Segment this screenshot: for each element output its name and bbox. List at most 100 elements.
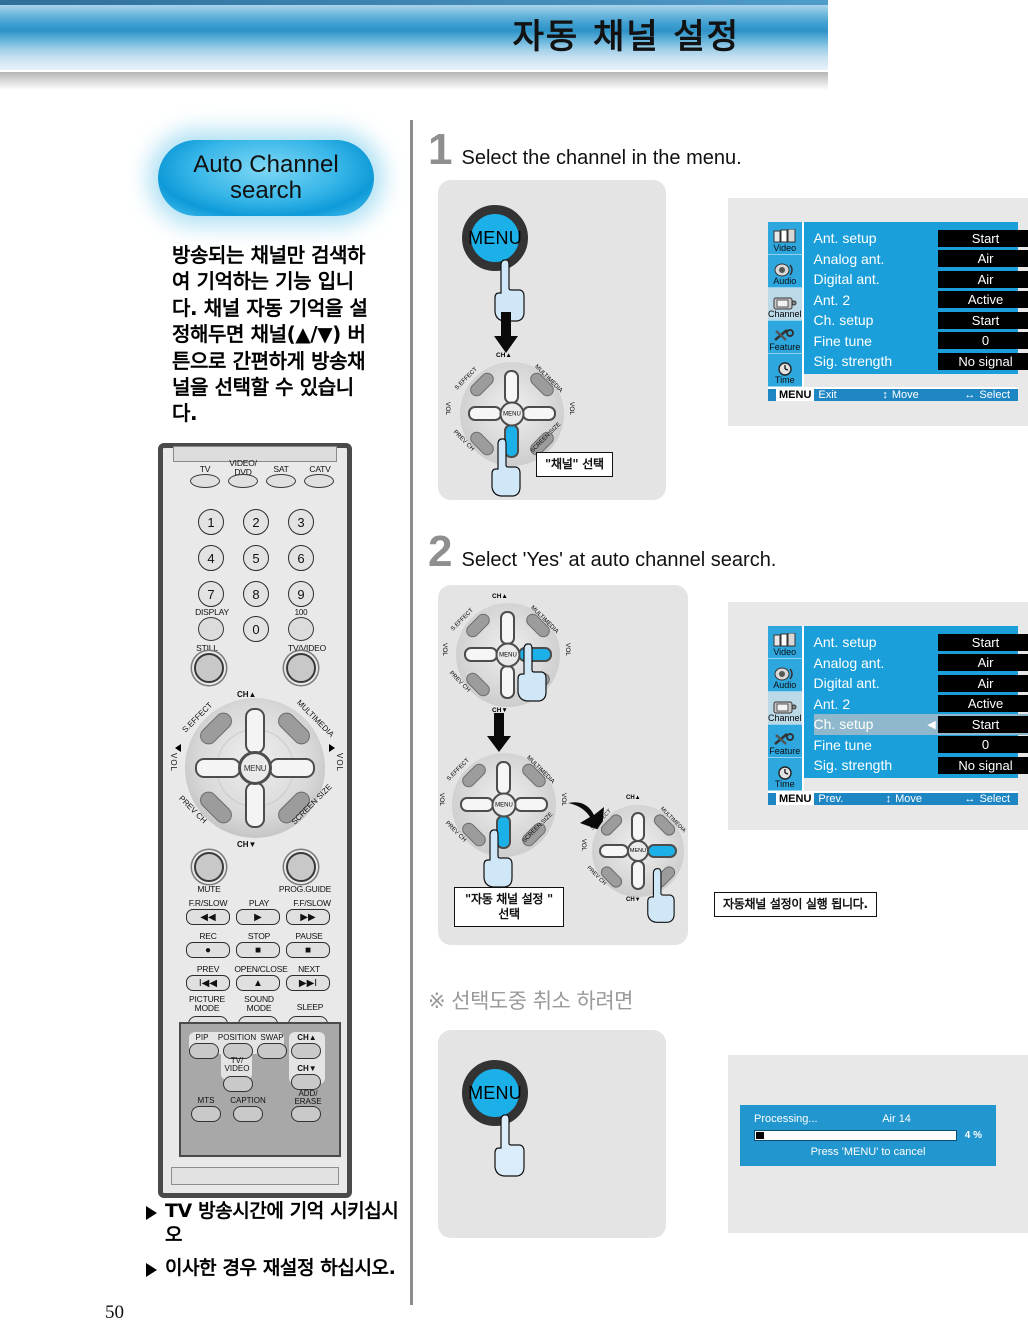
osd-row-ch-setup[interactable]: Ch. setup Start	[814, 310, 1028, 331]
remote-pip-label-position: POSITION	[217, 1033, 257, 1042]
osd-row-label: Analog ant.	[813, 654, 885, 671]
remote-pip-button-caption[interactable]	[233, 1106, 263, 1122]
osd-row-digital-ant[interactable]: Digital ant. Air	[814, 269, 1028, 290]
remote-button-5[interactable]: 5	[243, 545, 269, 571]
osd-left-arrow-icon[interactable]: ◀	[926, 718, 938, 731]
osd-tab-channel[interactable]: Channel	[768, 288, 802, 321]
osd-tab-video[interactable]: Video	[768, 626, 802, 659]
remote-pip-button-ch-up[interactable]	[291, 1043, 321, 1059]
remote-button-tv[interactable]	[190, 474, 220, 488]
illustration-nav-left[interactable]	[464, 647, 498, 662]
osd-row-ant-2[interactable]: Ant. 2 Active	[814, 694, 1028, 715]
remote-nav-up[interactable]	[245, 708, 265, 754]
illustration-nav-label-up: CH▲	[496, 352, 512, 359]
remote-label-tv: TV	[199, 464, 211, 474]
illustration-nav-center-menu[interactable]: MENU	[491, 792, 517, 818]
osd-tab-feature[interactable]: Feature	[768, 321, 802, 354]
osd-tab-video[interactable]: Video	[768, 222, 802, 255]
osd-row-ant-setup[interactable]: Ant. setup Start	[814, 632, 1028, 653]
select-arrows-icon: ↔	[964, 389, 976, 401]
remote-nav-menu[interactable]: MENU	[238, 751, 272, 785]
osd-row-label: Ch. setup	[813, 716, 874, 733]
remote-button-next[interactable]: ▶▶I	[286, 975, 330, 991]
osd-tab-audio[interactable]: Audio	[768, 659, 802, 692]
remote-button-play[interactable]: ▶	[236, 909, 280, 925]
illustration-nav-down[interactable]	[500, 665, 515, 699]
remote-pip-button-tv-video[interactable]	[223, 1076, 253, 1092]
remote-button-3[interactable]: 3	[288, 509, 314, 535]
remote-button-video-dvd[interactable]	[228, 474, 258, 488]
remote-nav-right[interactable]	[269, 758, 315, 778]
remote-pip-button-ch-down[interactable]	[291, 1074, 321, 1090]
illustration-nav-up[interactable]	[631, 812, 645, 842]
remote-button-display[interactable]	[198, 617, 224, 641]
remote-button-rec[interactable]: ●	[186, 942, 230, 958]
osd-tab-feature[interactable]: Feature	[768, 725, 802, 758]
illustration-nav-right[interactable]	[522, 406, 556, 421]
remote-pip-button-mts[interactable]	[191, 1106, 221, 1122]
remote-button-100[interactable]	[288, 617, 314, 641]
header-shadow	[0, 72, 828, 90]
remote-button-mute[interactable]	[194, 852, 224, 882]
remote-button-7[interactable]: 7	[198, 581, 224, 607]
remote-button-2[interactable]: 2	[243, 509, 269, 535]
osd-row-label: Ant. setup	[813, 634, 877, 651]
illustration-nav-right[interactable]	[514, 797, 548, 812]
illustration-nav-left[interactable]	[599, 844, 629, 858]
remote-button-tv-video[interactable]	[286, 653, 316, 683]
note-item: TV 방송시간에 기억 시키십시오	[146, 1200, 406, 1248]
osd-tab-time[interactable]: Time	[768, 758, 802, 791]
illustration-nav-left[interactable]	[460, 797, 494, 812]
osd-row-sig-strength[interactable]: Sig. strength No signal	[814, 351, 1028, 372]
osd-row-ch-setup-selected[interactable]: Ch. setup ◀ Start ▶	[813, 714, 1028, 735]
remote-button-prog-guide[interactable]	[286, 852, 316, 882]
osd-row-ant-2[interactable]: Ant. 2 Active	[814, 290, 1028, 311]
remote-nav-left[interactable]	[195, 758, 241, 778]
illustration-nav-up[interactable]	[500, 611, 515, 645]
remote-button-open-close[interactable]: ▲	[236, 975, 280, 991]
osd-row-analog-ant[interactable]: Analog ant. Air	[814, 249, 1028, 270]
remote-button-6[interactable]: 6	[288, 545, 314, 571]
remote-button-catv[interactable]	[304, 474, 334, 488]
remote-pip-button-swap[interactable]	[257, 1043, 287, 1059]
remote-pip-label-mts: MTS	[197, 1096, 215, 1105]
osd-row-ant-setup[interactable]: Ant. setup Start	[814, 228, 1028, 249]
cancel-section-heading: ※ 선택도중 취소 하려면	[428, 989, 634, 1013]
remote-button-stop[interactable]: ■	[236, 942, 280, 958]
remote-button-still[interactable]	[194, 653, 224, 683]
illustration-nav-right-highlighted[interactable]	[647, 844, 677, 858]
osd-tab-audio[interactable]: Audio	[768, 255, 802, 288]
osd-row-fine-tune[interactable]: Fine tune 0	[814, 331, 1028, 352]
illustration-nav-down[interactable]	[631, 860, 645, 890]
illustration-nav-left[interactable]	[468, 406, 502, 421]
remote-button-4[interactable]: 4	[198, 545, 224, 571]
remote-button-0[interactable]: 0	[243, 616, 269, 642]
remote-pip-button-pip[interactable]	[189, 1043, 219, 1059]
remote-pip-button-add-erase[interactable]	[291, 1106, 321, 1122]
osd-row-digital-ant[interactable]: Digital ant. Air	[814, 673, 1028, 694]
remote-button-prev[interactable]: I◀◀	[186, 975, 230, 991]
remote-button-pause[interactable]: ■	[286, 942, 330, 958]
osd-tab-channel[interactable]: Channel	[768, 692, 802, 725]
remote-button-8[interactable]: 8	[243, 581, 269, 607]
remote-nav-down[interactable]	[245, 782, 265, 828]
osd-row-analog-ant[interactable]: Analog ant. Air	[814, 653, 1028, 674]
remote-button-fr-slow[interactable]: ◀◀	[186, 909, 230, 925]
step-1-text: Select the channel in the menu.	[461, 147, 742, 169]
illustration-nav-center-menu[interactable]: MENU	[499, 401, 525, 427]
osd-row-fine-tune[interactable]: Fine tune 0	[814, 735, 1028, 756]
remote-button-ff-slow[interactable]: ▶▶	[286, 909, 330, 925]
osd-row-value: Start	[937, 633, 1028, 651]
illustration-nav-up[interactable]	[504, 370, 519, 404]
illustration-nav-center-menu[interactable]: MENU	[627, 840, 649, 862]
remote-button-sat[interactable]	[266, 474, 296, 488]
remote-button-9[interactable]: 9	[288, 581, 314, 607]
illustration-nav-up[interactable]	[496, 761, 511, 795]
feature-icon	[773, 731, 797, 747]
osd-row-label: Analog ant.	[813, 250, 885, 267]
osd-row-sig-strength[interactable]: Sig. strength No signal	[814, 755, 1028, 776]
step-2-callout: "자동 채널 설정 " 선택	[454, 887, 564, 927]
progress-channel: Air 14	[882, 1113, 911, 1125]
osd-tab-time[interactable]: Time	[768, 354, 802, 387]
remote-button-1[interactable]: 1	[198, 509, 224, 535]
